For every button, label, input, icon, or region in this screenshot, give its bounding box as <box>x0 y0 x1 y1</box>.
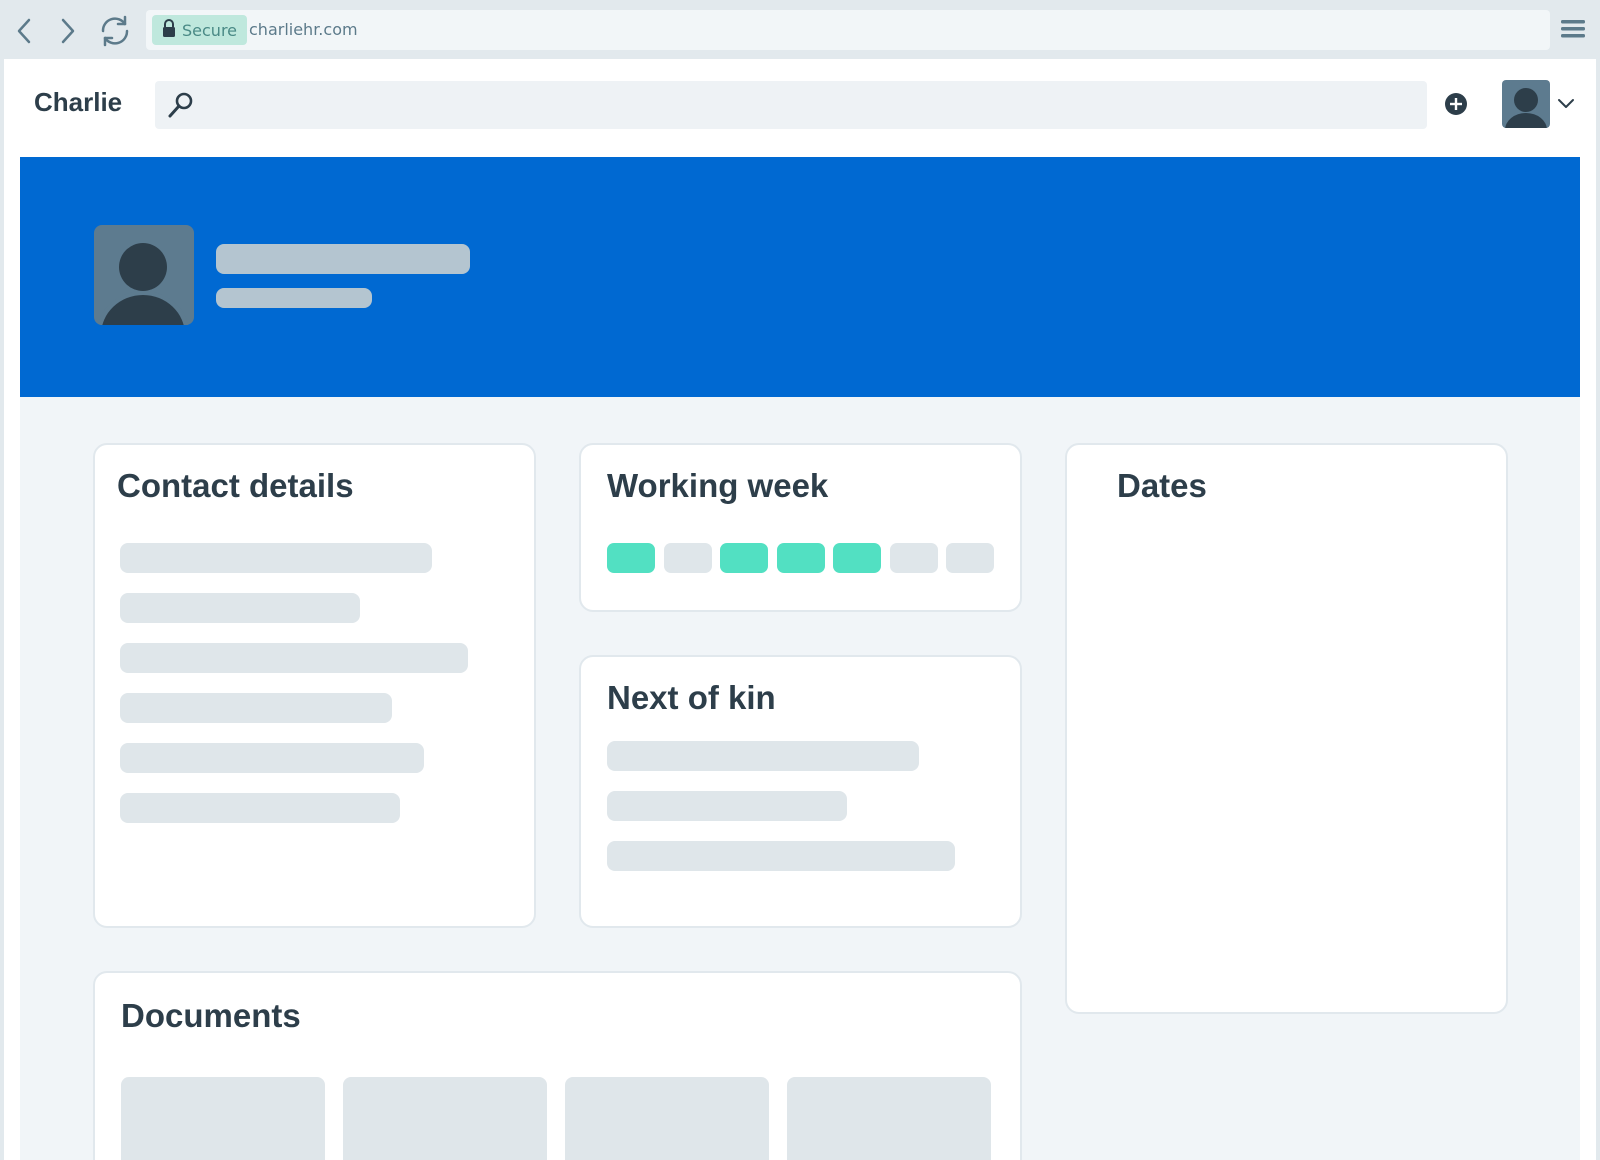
dates-title: Dates <box>1117 467 1207 504</box>
working-day-pill <box>720 543 768 573</box>
contact-details-card: Contact details <box>93 443 536 928</box>
contact-line-placeholder <box>120 693 392 723</box>
user-avatar[interactable] <box>1502 80 1550 128</box>
working-day-pill <box>663 543 712 573</box>
working-day-pill <box>833 543 881 573</box>
document-tile-placeholder[interactable] <box>121 1077 325 1160</box>
working-day-pill <box>776 543 825 573</box>
contact-line-placeholder <box>120 593 360 623</box>
url-text[interactable]: charliehr.com <box>249 20 358 39</box>
contact-line-placeholder <box>120 643 468 673</box>
profile-content: Contact details Working week Next of kin… <box>20 157 1580 1160</box>
chevron-down-icon[interactable] <box>1557 96 1575 112</box>
profile-name-placeholder <box>216 244 470 274</box>
next-of-kin-card: Next of kin <box>579 655 1022 928</box>
working-day-pill <box>607 543 655 573</box>
documents-card: Documents <box>93 971 1022 1160</box>
dates-card: Dates <box>1065 443 1508 1014</box>
hamburger-menu-icon[interactable] <box>1561 18 1587 42</box>
search-icon <box>167 91 195 119</box>
contact-details-title: Contact details <box>117 467 354 504</box>
next-of-kin-line-placeholder <box>607 741 919 771</box>
add-circle-icon[interactable] <box>1444 92 1468 116</box>
lock-icon <box>162 19 176 41</box>
profile-role-placeholder <box>216 288 372 308</box>
reload-icon[interactable] <box>98 14 132 48</box>
contact-line-placeholder <box>120 793 400 823</box>
forward-arrow-icon[interactable] <box>50 14 84 48</box>
working-day-pill <box>889 543 938 573</box>
browser-chrome: Secure charliehr.com <box>0 0 1600 59</box>
secure-label: Secure <box>182 20 238 40</box>
document-tile-placeholder[interactable] <box>343 1077 547 1160</box>
back-arrow-icon[interactable] <box>8 14 42 48</box>
next-of-kin-line-placeholder <box>607 791 847 821</box>
documents-title: Documents <box>121 997 301 1034</box>
contact-line-placeholder <box>120 543 432 573</box>
document-tile-placeholder[interactable] <box>565 1077 769 1160</box>
next-of-kin-title: Next of kin <box>607 679 776 716</box>
next-of-kin-line-placeholder <box>607 841 955 871</box>
document-tile-placeholder[interactable] <box>787 1077 991 1160</box>
working-week-card: Working week <box>579 443 1022 612</box>
working-week-title: Working week <box>607 467 829 504</box>
address-bar[interactable]: Secure charliehr.com <box>146 10 1550 50</box>
working-day-pill <box>946 543 994 573</box>
contact-line-placeholder <box>120 743 424 773</box>
profile-avatar <box>94 225 194 325</box>
app-page: Charlie Contact details Working week Nex… <box>4 59 1596 1160</box>
brand-logo[interactable]: Charlie <box>34 87 122 118</box>
search-input[interactable] <box>155 81 1427 129</box>
profile-header <box>20 157 1580 397</box>
secure-badge[interactable]: Secure <box>152 15 248 45</box>
